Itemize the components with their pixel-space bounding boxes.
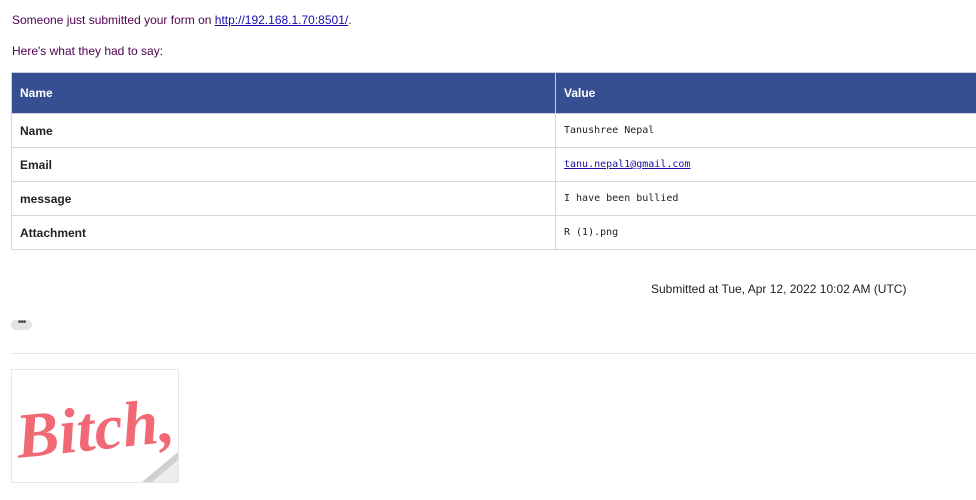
attachment-image: Bitch, [12, 385, 178, 482]
divider [11, 353, 976, 354]
ellipsis-icon: ••• [17, 317, 26, 328]
field-value: Tanushree Nepal [555, 113, 976, 148]
submission-table: Name Value Name Tanushree Nepal Email ta… [11, 72, 976, 250]
field-name: Attachment [11, 215, 556, 250]
submitted-timestamp: Submitted at Tue, Apr 12, 2022 10:02 AM … [651, 282, 907, 296]
column-header-value: Value [555, 72, 976, 114]
field-name: message [11, 181, 556, 216]
show-trimmed-content-button[interactable]: ••• [11, 317, 32, 330]
intro-text: Someone just submitted your form on [12, 13, 215, 27]
field-value: R (1).png [555, 215, 976, 250]
intro-line: Someone just submitted your form on http… [12, 13, 352, 27]
lead-text: Here's what they had to say: [12, 44, 164, 58]
field-value-cell: tanu.nepal1@gmail.com [555, 147, 976, 182]
table-row: Email tanu.nepal1@gmail.com [11, 147, 976, 182]
email-body: Someone just submitted your form on http… [0, 0, 976, 500]
column-header-name: Name [11, 72, 556, 114]
table-row: message I have been bullied [11, 181, 976, 216]
attachment-image-text: Bitch, [12, 385, 177, 472]
email-link[interactable]: tanu.nepal1@gmail.com [564, 159, 690, 170]
field-name: Email [11, 147, 556, 182]
intro-suffix: . [348, 13, 352, 27]
table-row: Name Tanushree Nepal [11, 113, 976, 148]
attachment-thumbnail[interactable]: Bitch, [11, 369, 179, 483]
table-row: Attachment R (1).png [11, 215, 976, 250]
form-url-link[interactable]: http://192.168.1.70:8501/ [215, 13, 348, 27]
field-value: I have been bullied [555, 181, 976, 216]
table-header-row: Name Value [11, 72, 976, 114]
field-name: Name [11, 113, 556, 148]
